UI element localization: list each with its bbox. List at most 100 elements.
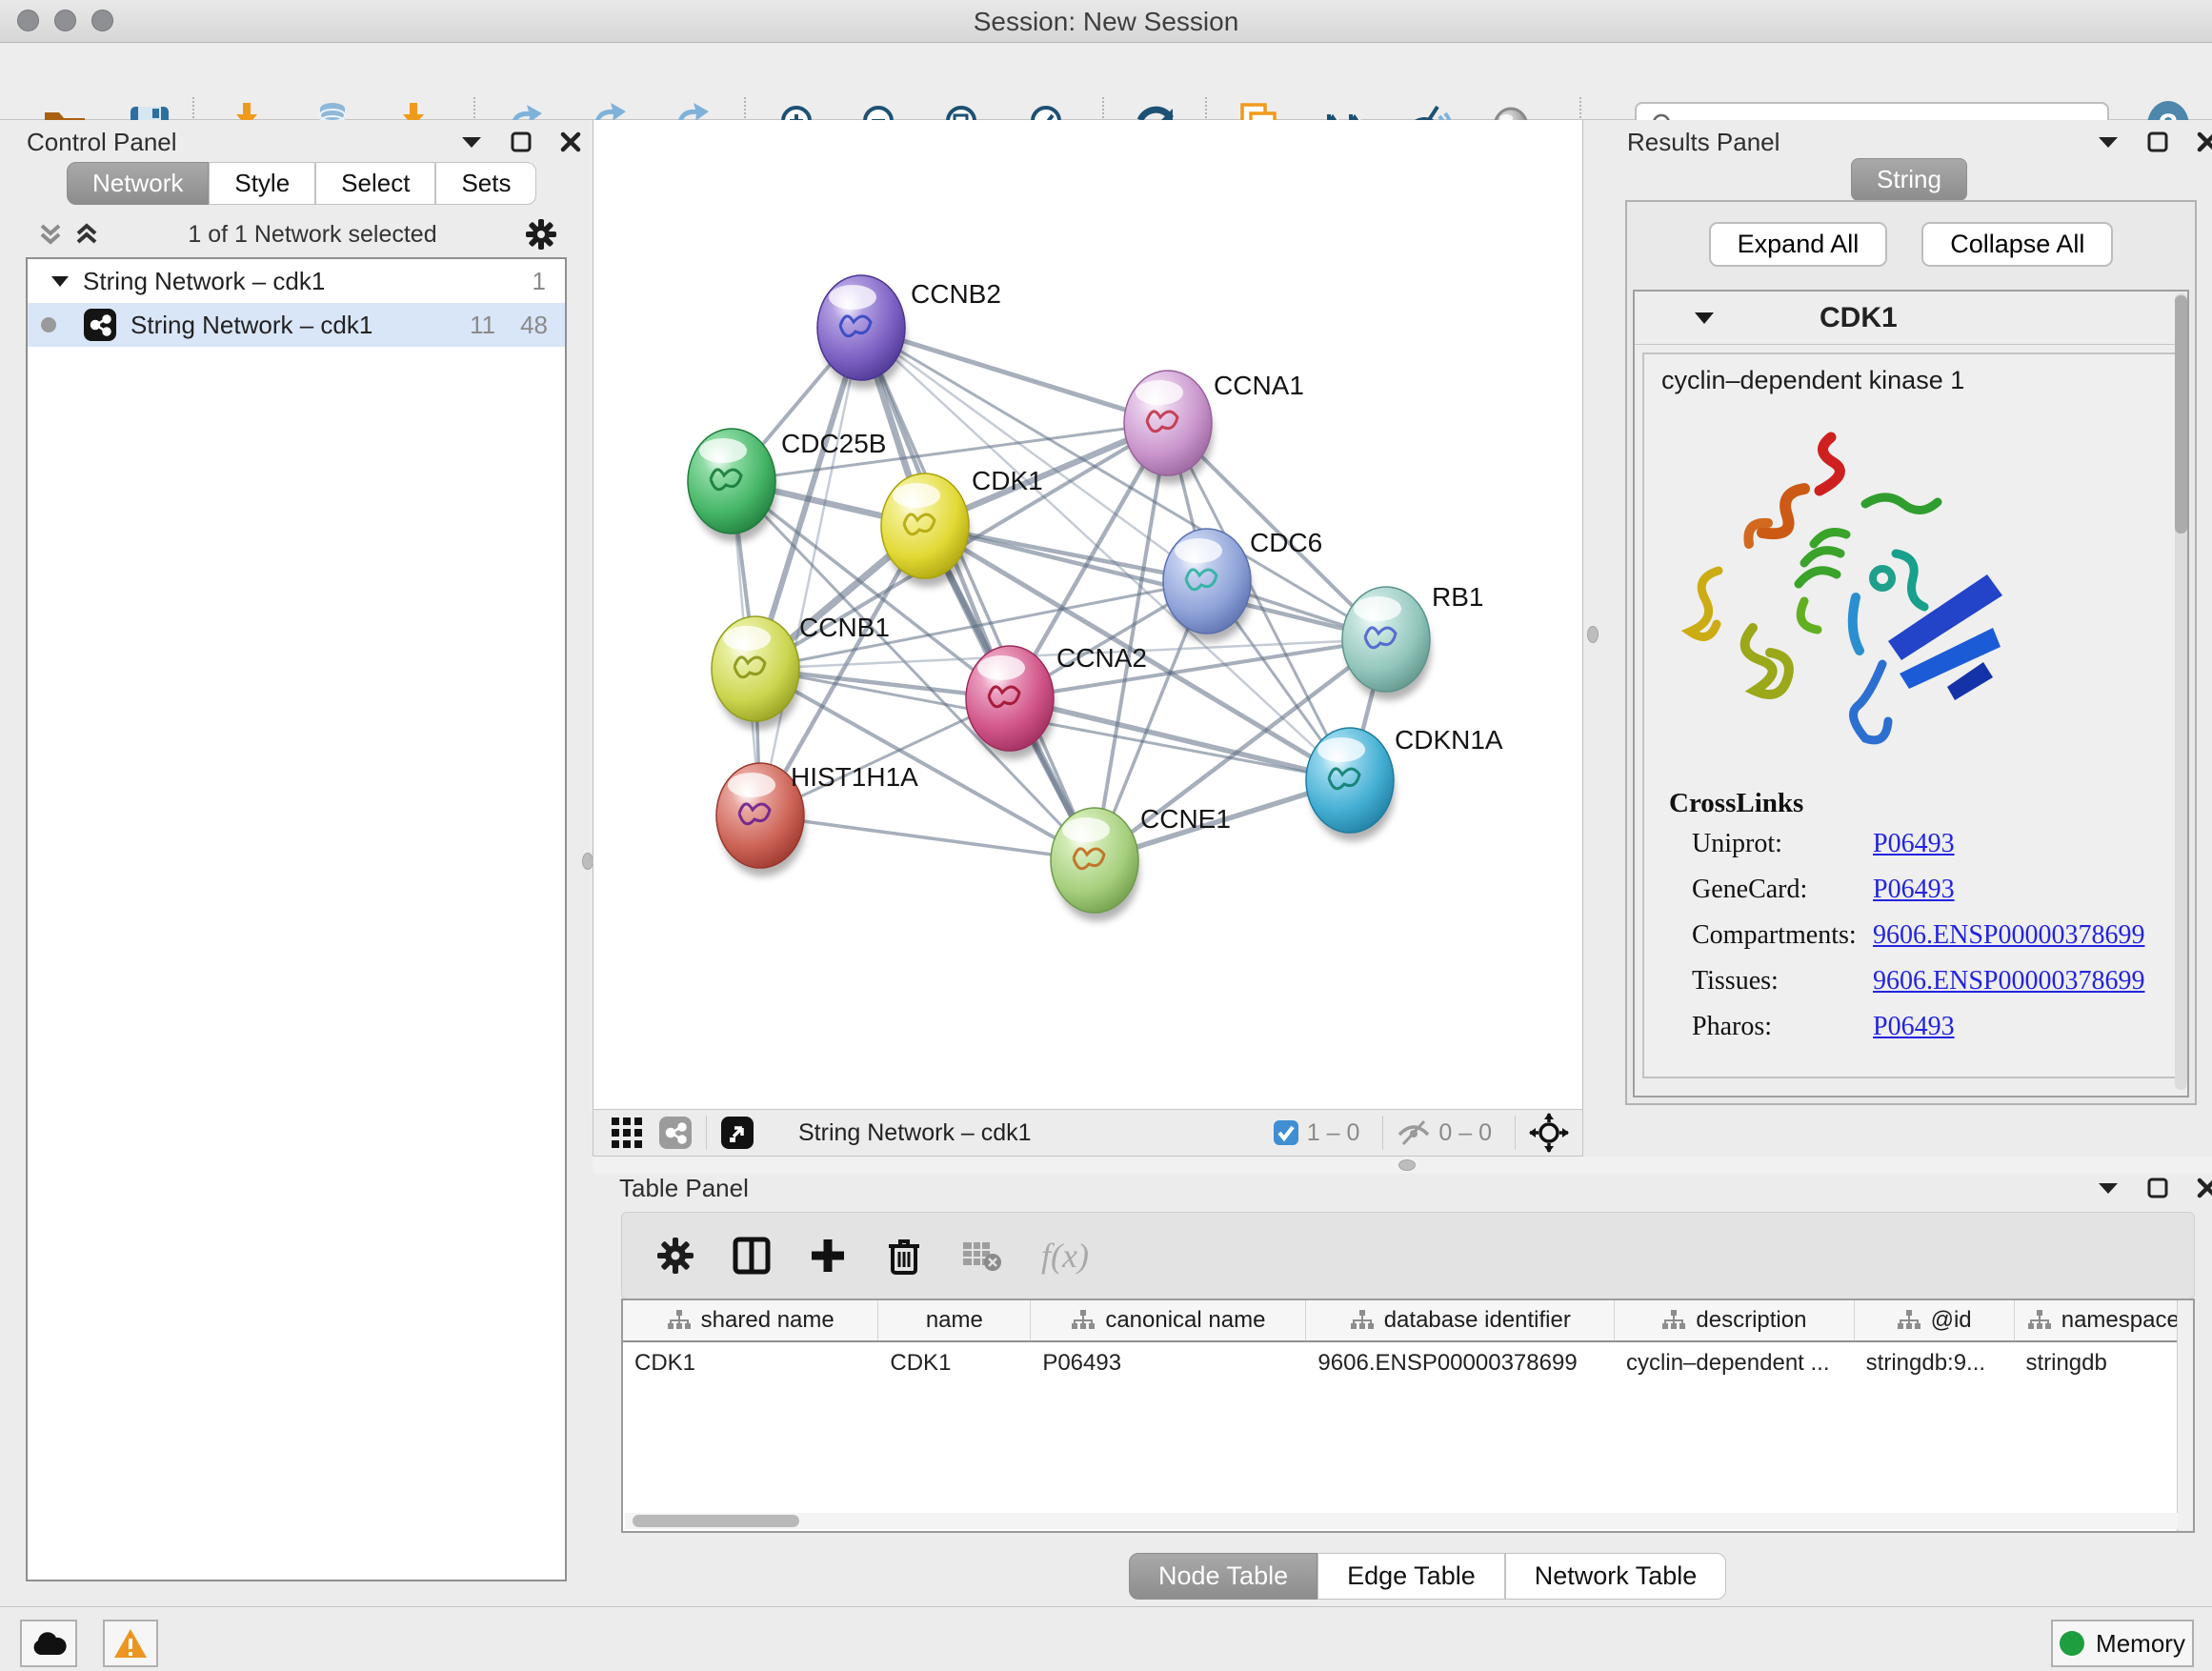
- horizontal-splitter-handle[interactable]: [1398, 1159, 1416, 1171]
- network-collection-row[interactable]: String Network – cdk1 1: [28, 259, 565, 303]
- table-row[interactable]: CDK1CDK1P064939606.ENSP00000378699cyclin…: [623, 1342, 2193, 1384]
- table-cell[interactable]: stringdb: [2014, 1342, 2193, 1384]
- gene-description: cyclin–dependent kinase 1: [1661, 366, 2176, 395]
- hidden-count: 0 – 0: [1438, 1119, 1492, 1147]
- footer-separator: [1515, 1116, 1516, 1150]
- network-node-count: 11: [470, 311, 495, 340]
- table-cell[interactable]: P06493: [1031, 1342, 1306, 1384]
- panel-close-icon[interactable]: [560, 131, 581, 152]
- selected-nodes-checkbox-icon[interactable]: [1273, 1119, 1299, 1146]
- table-cell[interactable]: CDK1: [878, 1342, 1031, 1384]
- results-scrollbar-thumb[interactable]: [2175, 295, 2187, 534]
- grid-view-icon[interactable]: [611, 1117, 643, 1149]
- table-cell[interactable]: stringdb:9...: [1855, 1342, 2015, 1384]
- network-node-cdc6[interactable]: CDC6: [1163, 528, 1322, 642]
- column-header--id[interactable]: @id: [1855, 1300, 2015, 1340]
- crosslink-row: GeneCard:P06493: [1692, 875, 2176, 905]
- table-vertical-scrollbar[interactable]: [2177, 1300, 2193, 1531]
- column-header-label: canonical name: [1105, 1307, 1265, 1334]
- gene-header-row[interactable]: CDK1: [1635, 292, 2187, 345]
- network-options-gear-icon[interactable]: [525, 218, 557, 251]
- network-edge[interactable]: [861, 328, 1168, 423]
- table-cell[interactable]: cyclin–dependent ...: [1615, 1342, 1855, 1384]
- column-attribute-icon: [2027, 1309, 2052, 1332]
- tab-node-table[interactable]: Node Table: [1129, 1553, 1317, 1600]
- table-settings-gear-icon[interactable]: [656, 1237, 694, 1275]
- panel-float-icon[interactable]: [511, 131, 532, 152]
- column-header-canonical-name[interactable]: canonical name: [1031, 1300, 1306, 1340]
- tab-network-table[interactable]: Network Table: [1505, 1553, 1727, 1600]
- tab-select[interactable]: Select: [315, 162, 435, 205]
- network-canvas[interactable]: CCNB2CCNA1CDC25BCDK1CDC6RB1CCNB1CCNA2CDK…: [593, 120, 1583, 1109]
- network-graph[interactable]: CCNB2CCNA1CDC25BCDK1CDC6RB1CCNB1CCNA2CDK…: [593, 120, 1584, 1109]
- hidden-items-eye-icon[interactable]: [1397, 1118, 1431, 1147]
- network-node-cdkn1a[interactable]: CDKN1A: [1306, 725, 1503, 841]
- delete-column-trash-icon[interactable]: [885, 1237, 923, 1275]
- add-column-icon[interactable]: [809, 1237, 847, 1275]
- panel-menu-icon[interactable]: [2098, 135, 2119, 149]
- panel-close-icon[interactable]: [2197, 1178, 2212, 1198]
- column-header-description[interactable]: description: [1615, 1300, 1855, 1340]
- results-scrollbar[interactable]: [2175, 293, 2187, 1090]
- column-header-name[interactable]: name: [878, 1300, 1031, 1340]
- column-attribute-icon: [1897, 1309, 1921, 1332]
- control-panel: Control Panel Network Style Select Sets …: [0, 120, 593, 1606]
- network-node-rb1[interactable]: RB1: [1342, 582, 1483, 700]
- table-cell[interactable]: CDK1: [623, 1342, 878, 1384]
- panel-menu-icon[interactable]: [2098, 1181, 2119, 1195]
- crosslink-label: Tissues:: [1692, 966, 1873, 997]
- crosslink-row: Pharos:P06493: [1692, 1012, 2176, 1042]
- tab-string[interactable]: String: [1851, 158, 1967, 201]
- collection-expander-icon[interactable]: [50, 274, 70, 288]
- panel-close-icon[interactable]: [2197, 131, 2212, 152]
- crosslink-link[interactable]: P06493: [1873, 875, 1955, 905]
- panel-float-icon[interactable]: [2147, 1178, 2168, 1198]
- panel-menu-icon[interactable]: [461, 135, 482, 149]
- network-node-cdk1[interactable]: CDK1: [881, 466, 1043, 587]
- warnings-button[interactable]: [103, 1620, 158, 1667]
- table-horizontal-scrollbar-thumb[interactable]: [633, 1515, 799, 1527]
- network-node-ccne1[interactable]: CCNE1: [1051, 804, 1231, 921]
- column-header-shared-name[interactable]: shared name: [623, 1300, 878, 1340]
- node-label: CCNB1: [799, 613, 890, 642]
- tab-edge-table[interactable]: Edge Table: [1317, 1553, 1505, 1600]
- gene-details-box: cyclin–dependent kinase 1: [1642, 352, 2178, 1078]
- cloud-status-button[interactable]: [20, 1620, 77, 1667]
- crosslink-link[interactable]: P06493: [1873, 829, 1955, 859]
- network-node-hist1h1a[interactable]: HIST1H1A: [716, 762, 918, 876]
- column-header-namespace[interactable]: namespace: [2015, 1300, 2194, 1340]
- main-toolbar: ?: [0, 44, 2212, 120]
- tab-network[interactable]: Network: [67, 162, 209, 205]
- column-header-database-identifier[interactable]: database identifier: [1306, 1300, 1615, 1340]
- node-label: CCNE1: [1140, 804, 1231, 834]
- expand-all-icon[interactable]: [73, 220, 100, 249]
- crosslink-link[interactable]: 9606.ENSP00000378699: [1873, 920, 2144, 951]
- table-header-row: shared namename canonical name database id…: [623, 1300, 2193, 1342]
- tab-style[interactable]: Style: [209, 162, 315, 205]
- center-view-crosshair-icon[interactable]: [1529, 1113, 1569, 1153]
- gene-expander-icon[interactable]: [1694, 311, 1715, 325]
- results-panel-title: Results Panel: [1627, 128, 1780, 157]
- control-panel-window-controls: [461, 131, 581, 152]
- gene-name: CDK1: [1820, 302, 1898, 334]
- crosslinks-section: CrossLinks Uniprot:P06493GeneCard:P06493…: [1644, 788, 2176, 1042]
- network-edge[interactable]: [760, 815, 1095, 860]
- panel-float-icon[interactable]: [2147, 131, 2168, 152]
- horizontal-splitter[interactable]: [593, 1157, 2212, 1174]
- network-node-ccnb1[interactable]: CCNB1: [712, 613, 890, 730]
- crosslink-link[interactable]: P06493: [1873, 1012, 1955, 1042]
- split-view-icon[interactable]: [733, 1237, 771, 1275]
- memory-button[interactable]: Memory: [2051, 1620, 2194, 1667]
- expand-all-button[interactable]: Expand All: [1709, 222, 1888, 267]
- tab-sets[interactable]: Sets: [435, 162, 536, 205]
- network-row[interactable]: String Network – cdk1 11 48: [28, 303, 565, 347]
- table-horizontal-scrollbar[interactable]: [625, 1513, 2178, 1529]
- crosslink-link[interactable]: 9606.ENSP00000378699: [1873, 966, 2144, 997]
- collapse-all-icon[interactable]: [37, 220, 64, 249]
- collapse-all-button[interactable]: Collapse All: [1921, 222, 2113, 267]
- table-cell[interactable]: 9606.ENSP00000378699: [1306, 1342, 1615, 1384]
- right-splitter-handle[interactable]: [1587, 626, 1599, 643]
- network-badge-icon[interactable]: [658, 1116, 693, 1150]
- birds-eye-view-icon[interactable]: [720, 1116, 754, 1150]
- window-title: Session: New Session: [0, 7, 2212, 37]
